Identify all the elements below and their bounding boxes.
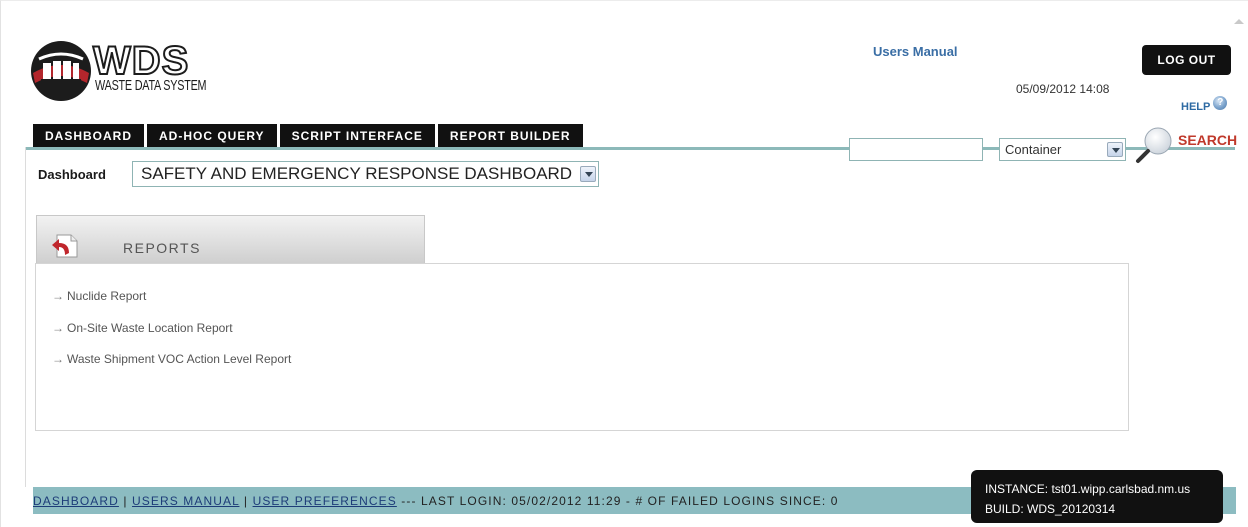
build-line: BUILD: WDS_20120314: [985, 502, 1116, 516]
users-manual-link[interactable]: Users Manual: [873, 44, 958, 59]
chevron-down-icon[interactable]: [580, 166, 596, 182]
arrow-right-icon: →: [52, 352, 64, 366]
tab-dashboard[interactable]: DASHBOARD: [33, 124, 144, 149]
globe-logo-icon: [31, 41, 91, 101]
logout-button[interactable]: LOG OUT: [1142, 45, 1231, 75]
footer-link-users-manual[interactable]: USERS MANUAL: [132, 494, 239, 508]
reports-document-icon: [52, 234, 78, 258]
footer-link-dashboard[interactable]: DASHBOARD: [33, 494, 119, 508]
help-link[interactable]: HELP ?: [1181, 96, 1228, 114]
report-link-label: Nuclide Report: [67, 289, 147, 303]
dashboard-select-value: SAFETY AND EMERGENCY RESPONSE DASHBOARD: [141, 164, 573, 183]
arrow-right-icon: →: [52, 321, 64, 335]
logo-subtitle: WASTE DATA SYSTEM: [95, 77, 207, 94]
search-type-value: Container: [1005, 142, 1062, 157]
content-left-border: [25, 147, 26, 487]
reports-header: REPORTS: [36, 215, 425, 263]
report-link-nuclide[interactable]: → Nuclide Report: [52, 289, 146, 303]
scroll-up-icon[interactable]: [1234, 1, 1248, 31]
help-icon: ?: [1213, 96, 1228, 110]
tab-report-builder[interactable]: REPORT BUILDER: [437, 124, 583, 149]
footer-text: DASHBOARD | USERS MANUAL | USER PREFEREN…: [33, 494, 839, 508]
help-label: HELP: [1181, 101, 1211, 113]
arrow-right-icon: →: [52, 289, 64, 303]
dashboard-label: Dashboard: [38, 167, 106, 182]
tab-script-interface[interactable]: SCRIPT INTERFACE: [279, 124, 435, 149]
reports-panel: → Nuclide Report → On-Site Waste Location …: [35, 263, 1129, 431]
report-link-waste-shipment-voc[interactable]: → Waste Shipment VOC Action Level Report: [52, 352, 291, 366]
current-datetime: 05/09/2012 14:08: [1016, 82, 1110, 96]
search-icon[interactable]: [1134, 125, 1178, 165]
search-input[interactable]: [849, 138, 983, 161]
page: WDS WASTE DATA SYSTEM Users Manual 05/09…: [0, 0, 1248, 527]
search-label[interactable]: SEARCH: [1178, 132, 1237, 148]
report-link-label: On-Site Waste Location Report: [67, 321, 233, 335]
footer-separator: |: [239, 494, 253, 508]
tab-ad-hoc-query[interactable]: AD-HOC QUERY: [147, 124, 277, 149]
main-nav: DASHBOARD AD-HOC QUERY SCRIPT INTERFACE …: [33, 124, 583, 149]
footer-link-user-preferences[interactable]: USER PREFERENCES: [253, 494, 397, 508]
footer-separator: |: [118, 494, 133, 508]
instance-info-box: INSTANCE: tst01.wipp.carlsbad.nm.us BUIL…: [971, 470, 1223, 523]
instance-line: INSTANCE: tst01.wipp.carlsbad.nm.us: [985, 482, 1191, 496]
report-link-on-site-waste-location[interactable]: → On-Site Waste Location Report: [52, 321, 233, 335]
reports-title: REPORTS: [123, 240, 201, 256]
report-link-label: Waste Shipment VOC Action Level Report: [67, 352, 292, 366]
chevron-down-icon[interactable]: [1107, 142, 1123, 157]
logo-title: WDS: [92, 39, 190, 83]
logo: WDS WASTE DATA SYSTEM: [29, 39, 229, 107]
search-type-select[interactable]: Container: [999, 138, 1126, 161]
last-login-status: --- LAST LOGIN: 05/02/2012 11:29 - # OF …: [396, 494, 839, 508]
dashboard-select[interactable]: SAFETY AND EMERGENCY RESPONSE DASHBOARD: [132, 161, 599, 187]
